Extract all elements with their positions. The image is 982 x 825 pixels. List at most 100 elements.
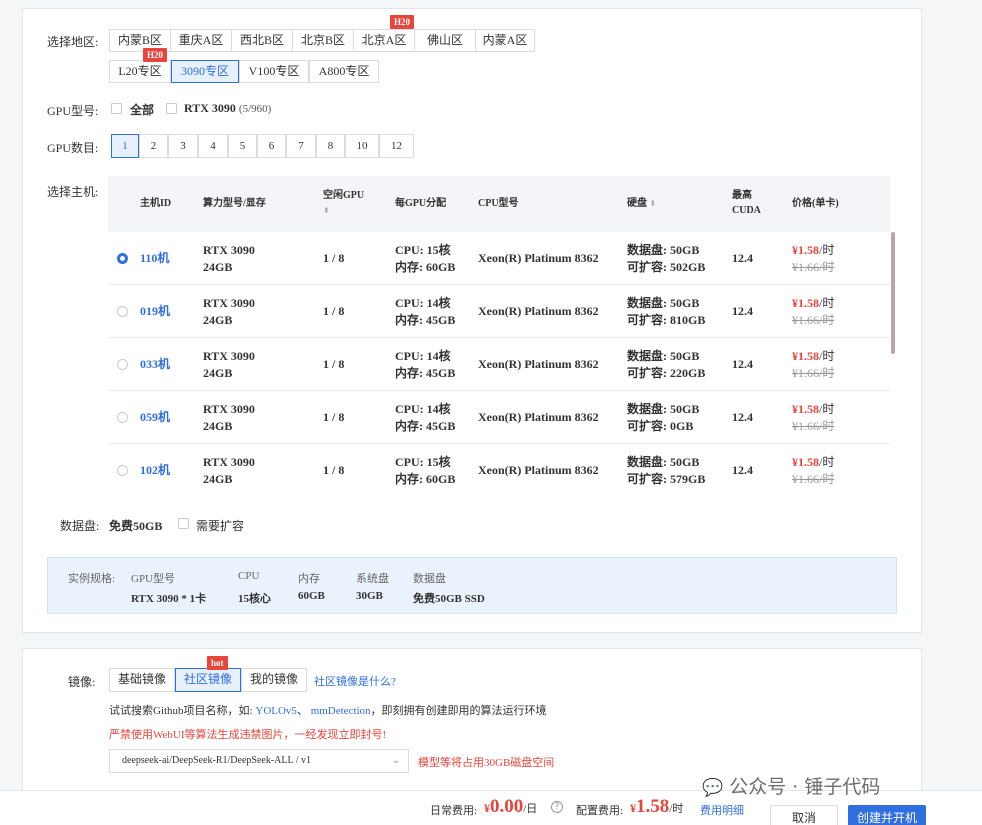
cancel-button[interactable]: 取消 — [770, 805, 838, 825]
gpu-count-3[interactable]: 3 — [168, 134, 198, 158]
cpu-model: Xeon(R) Platinum 8362 — [478, 251, 599, 265]
image-hint: 试试搜索Github项目名称，如: YOLOv5、 mmDetection，即刻… — [109, 705, 547, 717]
host-id[interactable]: 033机 — [140, 356, 170, 373]
tab-base-image[interactable]: 基础镜像 — [109, 668, 175, 692]
disk: 数据盘: 50GB 可扩容: 810GB — [627, 296, 706, 327]
price: ¥1.58/时 ¥1.66/时 — [792, 243, 835, 274]
expand-label: 需要扩容 — [196, 519, 245, 533]
price: ¥1.58/时 ¥1.66/时 — [792, 455, 835, 486]
zone-v100[interactable]: V100专区 — [239, 60, 309, 83]
sort-icon: ⬍ — [649, 199, 657, 208]
cuda: 12.4 — [732, 304, 753, 318]
per-gpu: CPU: 14核 内存: 45GB — [395, 402, 456, 433]
what-is-community-link[interactable]: 社区镜像是什么? — [314, 673, 396, 689]
col-host-id: 主机ID — [140, 198, 172, 209]
zone-l20[interactable]: L20专区 — [109, 60, 171, 83]
daily-fee-value: ¥0.00/日 — [484, 796, 538, 817]
disk-usage-note: 模型等将占用30GB磁盘空间 — [418, 757, 555, 769]
row-radio[interactable] — [117, 253, 128, 264]
tab-community-image[interactable]: 社区镜像 — [175, 668, 241, 692]
table-row[interactable]: 019机 RTX 3090 24GB 1 / 8 CPU: 14核 内存: 45GB… — [108, 285, 890, 338]
gpu-type-label: GPU型号: — [47, 104, 99, 118]
gpu-count-7[interactable]: 7 — [286, 134, 316, 158]
h20-badge: H20 — [143, 48, 168, 62]
table-row[interactable]: 102机 RTX 3090 24GB 1 / 8 CPU: 15核 内存: 60GB… — [108, 444, 890, 494]
fee-detail-link[interactable]: 费用明细 — [700, 802, 744, 818]
daily-fee-label: 日常费用: — [430, 805, 478, 817]
region-foshan[interactable]: 佛山区 — [414, 29, 476, 52]
free-gpu: 1 / 8 — [323, 304, 345, 318]
data-disk-label: 数据盘: — [60, 519, 100, 533]
per-gpu: CPU: 14核 内存: 45GB — [395, 296, 456, 327]
host-id[interactable]: 019机 — [140, 303, 170, 320]
spec-gpu-value: RTX 3090 * 1卡 — [131, 593, 207, 605]
mmdetection-link[interactable]: mmDetection — [311, 705, 371, 717]
col-cuda: 最高CUDA — [732, 190, 761, 216]
free-gpu: 1 / 8 — [323, 251, 345, 265]
disk: 数据盘: 50GB 可扩容: 579GB — [627, 455, 706, 486]
free-gpu: 1 / 8 — [323, 410, 345, 424]
help-icon[interactable]: ? — [551, 801, 563, 813]
region-beijing-b[interactable]: 北京B区 — [292, 29, 354, 52]
row-radio[interactable] — [117, 465, 128, 476]
gpu-model: RTX 3090 24GB — [203, 243, 255, 274]
per-gpu: CPU: 14核 内存: 45GB — [395, 349, 456, 380]
col-free-gpu[interactable]: 空闲GPU ⬍ — [323, 188, 364, 218]
all-label: 全部 — [130, 103, 155, 117]
cpu-model: Xeon(R) Platinum 8362 — [478, 304, 599, 318]
rtx3090-label: RTX 3090 (5/960) — [184, 101, 272, 115]
spec-sys-key: 系统盘 — [356, 573, 389, 585]
rtx3090-checkbox[interactable] — [166, 103, 177, 114]
spec-sys-value: 30GB — [356, 590, 383, 602]
watermark: 💬 公众号 · 锤子代码 — [702, 776, 881, 798]
gpu-count-6[interactable]: 6 — [257, 134, 286, 158]
host-id[interactable]: 110机 — [140, 250, 169, 267]
host-table: 主机ID 算力型号/显存 空闲GPU ⬍ 每GPU分配 CPU型号 硬盘 ⬍ 最高… — [108, 176, 890, 494]
disk: 数据盘: 50GB 可扩容: 502GB — [627, 243, 706, 274]
image-select[interactable]: deepseek-ai/DeepSeek-R1/DeepSeek-ALL / v… — [109, 749, 409, 773]
spec-data-key: 数据盘 — [413, 573, 446, 585]
region-neimeng-a[interactable]: 内蒙A区 — [475, 29, 535, 52]
gpu-count-label: GPU数目: — [47, 141, 99, 155]
col-gpu: 算力型号/显存 — [203, 198, 266, 209]
price: ¥1.58/时 ¥1.66/时 — [792, 402, 835, 433]
table-row[interactable]: 059机 RTX 3090 24GB 1 / 8 CPU: 14核 内存: 45GB… — [108, 391, 890, 444]
gpu-count-5[interactable]: 5 — [228, 134, 257, 158]
per-gpu: CPU: 15核 内存: 60GB — [395, 243, 456, 274]
gpu-model: RTX 3090 24GB — [203, 455, 255, 486]
table-scrollbar[interactable] — [891, 232, 895, 354]
spec-cpu-value: 15核心 — [238, 593, 271, 605]
spec-data-value: 免费50GB SSD — [413, 593, 485, 605]
gpu-count-1[interactable]: 1 — [111, 134, 139, 158]
zone-a800[interactable]: A800专区 — [309, 60, 379, 83]
yolov5-link[interactable]: YOLOv5 — [255, 705, 297, 717]
region-xibei-b[interactable]: 西北B区 — [231, 29, 293, 52]
gpu-count-2[interactable]: 2 — [139, 134, 168, 158]
free-gpu: 1 / 8 — [323, 463, 345, 477]
free-gpu: 1 / 8 — [323, 357, 345, 371]
gpu-count-10[interactable]: 10 — [345, 134, 379, 158]
gpu-model: RTX 3090 24GB — [203, 402, 255, 433]
all-checkbox[interactable] — [111, 103, 122, 114]
row-radio[interactable] — [117, 412, 128, 423]
table-row[interactable]: 110机 RTX 3090 24GB 1 / 8 CPU: 15核 内存: 60GB… — [108, 232, 890, 285]
host-id[interactable]: 059机 — [140, 409, 170, 426]
per-gpu: CPU: 15核 内存: 60GB — [395, 455, 456, 486]
host-id[interactable]: 102机 — [140, 462, 170, 479]
region-beijing-a[interactable]: 北京A区 — [353, 29, 415, 52]
expand-checkbox[interactable] — [178, 518, 189, 529]
col-disk[interactable]: 硬盘 ⬍ — [627, 196, 656, 211]
wechat-icon: 💬 — [702, 778, 724, 798]
disk: 数据盘: 50GB 可扩容: 220GB — [627, 349, 706, 380]
row-radio[interactable] — [117, 306, 128, 317]
zone-3090[interactable]: 3090专区 — [171, 60, 239, 83]
gpu-count-4[interactable]: 4 — [198, 134, 228, 158]
tab-my-image[interactable]: 我的镜像 — [241, 668, 307, 692]
data-disk-value: 免费50GB — [109, 519, 163, 533]
table-row[interactable]: 033机 RTX 3090 24GB 1 / 8 CPU: 14核 内存: 45GB… — [108, 338, 890, 391]
row-radio[interactable] — [117, 359, 128, 370]
create-and-start-button[interactable]: 创建并开机 — [848, 805, 926, 825]
gpu-count-12[interactable]: 12 — [379, 134, 414, 158]
gpu-count-8[interactable]: 8 — [316, 134, 345, 158]
region-chongqing-a[interactable]: 重庆A区 — [170, 29, 232, 52]
